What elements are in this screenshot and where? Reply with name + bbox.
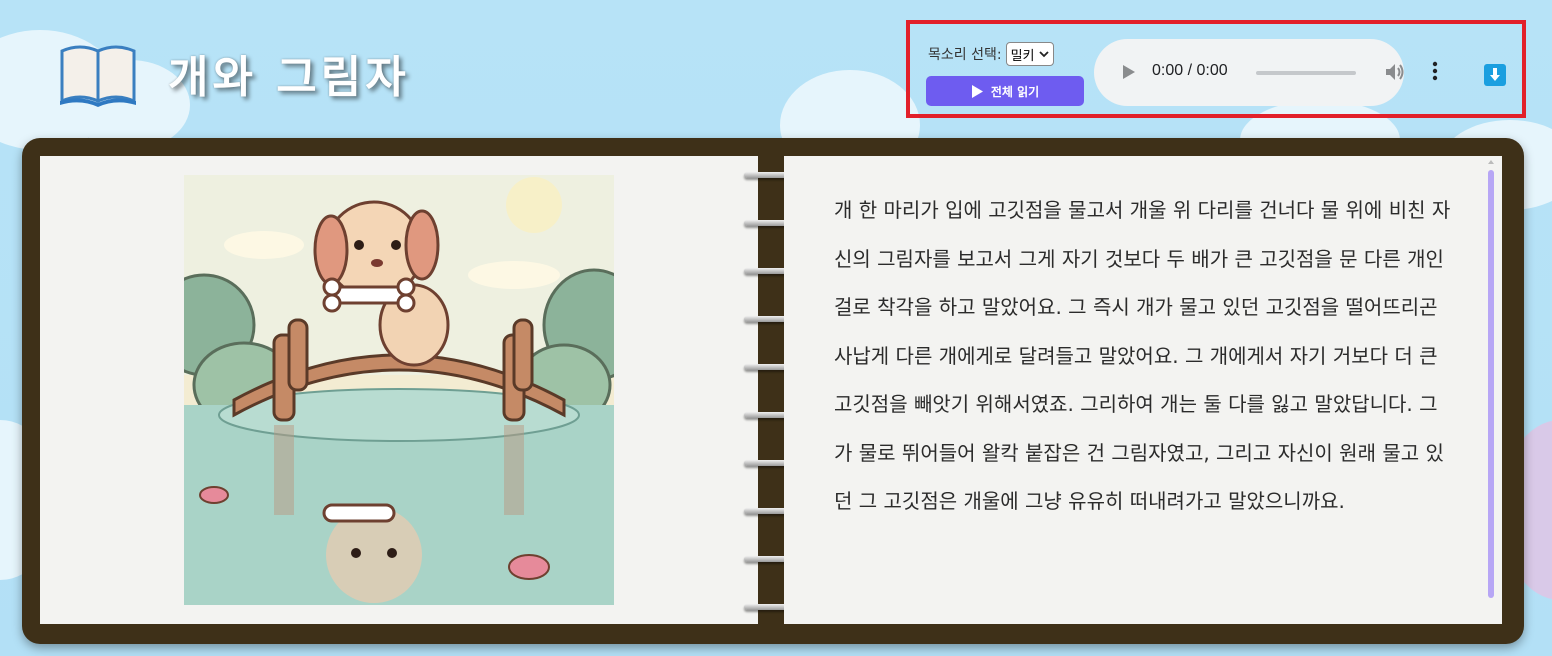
voice-select-value: 밀키 <box>1010 48 1035 64</box>
story-illustration <box>184 175 614 605</box>
volume-icon[interactable] <box>1384 62 1406 82</box>
audio-progress-slider[interactable] <box>1256 71 1356 75</box>
audio-player: 0:00 / 0:00 <box>1094 39 1438 106</box>
audio-controls-panel: 목소리 선택: 밀키 전체 읽기 0:00 / 0:00 <box>906 20 1526 118</box>
voice-selector-row: 목소리 선택: 밀키 <box>928 42 1054 66</box>
more-options-icon[interactable] <box>1432 61 1438 81</box>
right-page: 개 한 마리가 입에 고깃점을 물고서 개울 위 다리를 건너다 물 위에 비친… <box>784 156 1502 624</box>
voice-select[interactable]: 밀키 <box>1005 42 1054 66</box>
open-book-icon <box>58 41 138 107</box>
play-icon <box>971 84 983 98</box>
read-all-label: 전체 읽기 <box>990 84 1040 99</box>
audio-time: 0:00 / 0:00 <box>1152 62 1228 79</box>
left-page <box>40 156 758 624</box>
audio-play-icon[interactable] <box>1122 64 1136 80</box>
voice-label: 목소리 선택: <box>928 47 1002 63</box>
page-scrollbar[interactable] <box>1488 170 1494 598</box>
read-all-button[interactable]: 전체 읽기 <box>926 76 1084 106</box>
download-arrow-icon <box>1490 68 1500 81</box>
chevron-down-icon <box>1038 51 1049 58</box>
scroll-up-arrow-icon[interactable] <box>1488 160 1494 164</box>
page-title: 개와 그림자 <box>168 52 410 103</box>
page-header: 개와 그림자 <box>58 38 410 108</box>
story-text: 개 한 마리가 입에 고깃점을 물고서 개울 위 다리를 건너다 물 위에 비친… <box>834 198 1451 513</box>
storybook: 개 한 마리가 입에 고깃점을 물고서 개울 위 다리를 건너다 물 위에 비친… <box>22 138 1524 644</box>
download-button[interactable] <box>1484 64 1506 86</box>
